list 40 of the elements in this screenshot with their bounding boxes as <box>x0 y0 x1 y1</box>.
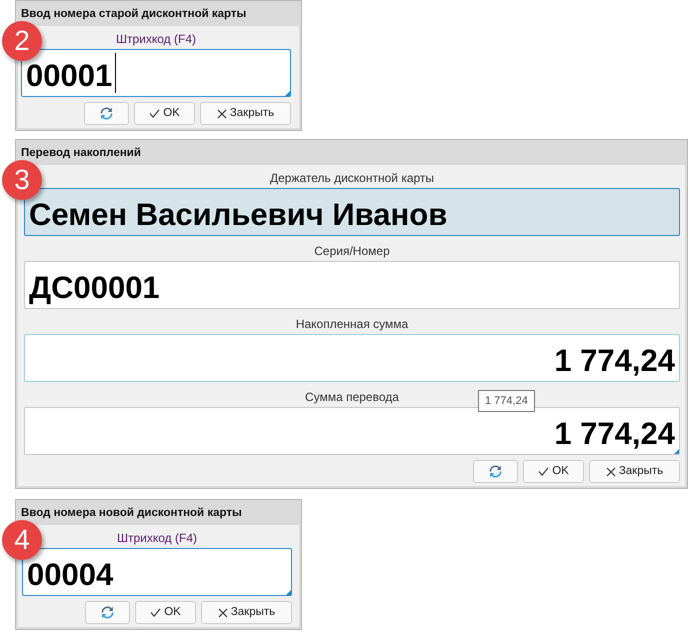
refresh-icon <box>100 606 115 619</box>
input-field[interactable]: 1 774,24 <box>24 334 680 382</box>
ok-button[interactable]: OK <box>523 460 584 483</box>
resize-grip-icon[interactable] <box>674 449 679 454</box>
resize-grip-icon[interactable] <box>286 590 291 595</box>
dialog-title: Ввод номера новой дисконтной карты <box>21 506 242 521</box>
refresh-button[interactable] <box>85 601 130 624</box>
field-label: Накопленная сумма <box>296 316 408 332</box>
step-badge: 2 <box>2 21 42 61</box>
field-label: Штрихкод (F4) <box>116 31 196 47</box>
tooltip: 1 774,24 <box>478 390 535 412</box>
refresh-button[interactable] <box>84 102 129 125</box>
input-field[interactable]: 00004 <box>22 548 292 596</box>
dialog-title: Перевод накоплений <box>21 146 141 161</box>
input-field[interactable]: 00001 <box>21 49 291 97</box>
field-label: Сумма перевода <box>305 389 399 405</box>
step-badge: 4 <box>2 520 42 560</box>
close-button[interactable]: Закрыть <box>589 460 680 483</box>
input-field[interactable]: 1 774,24 <box>24 407 680 455</box>
close-icon <box>216 108 227 118</box>
close-button[interactable]: Закрыть <box>200 102 291 125</box>
refresh-icon <box>99 107 114 120</box>
input-field[interactable]: Семен Васильевич Иванов <box>24 188 680 236</box>
field-label: Штрихкод (F4) <box>117 530 197 546</box>
dialog-title: Ввод номера старой дисконтной карты <box>21 6 246 22</box>
refresh-icon <box>488 465 503 478</box>
check-icon <box>538 467 550 476</box>
step-badge: 3 <box>2 160 42 200</box>
close-button[interactable]: Закрыть <box>201 601 292 624</box>
field-label: Держатель дисконтной карты <box>270 170 434 186</box>
ok-button[interactable]: OK <box>135 601 196 624</box>
resize-grip-icon[interactable] <box>285 91 290 96</box>
refresh-button[interactable] <box>473 460 518 483</box>
input-field[interactable]: ДС00001 <box>24 261 680 309</box>
close-icon <box>606 466 616 476</box>
field-label: Серия/Номер <box>314 243 390 259</box>
check-icon <box>149 109 160 118</box>
close-icon <box>218 608 228 618</box>
check-icon <box>150 608 162 617</box>
ok-button[interactable]: OK <box>134 102 195 125</box>
